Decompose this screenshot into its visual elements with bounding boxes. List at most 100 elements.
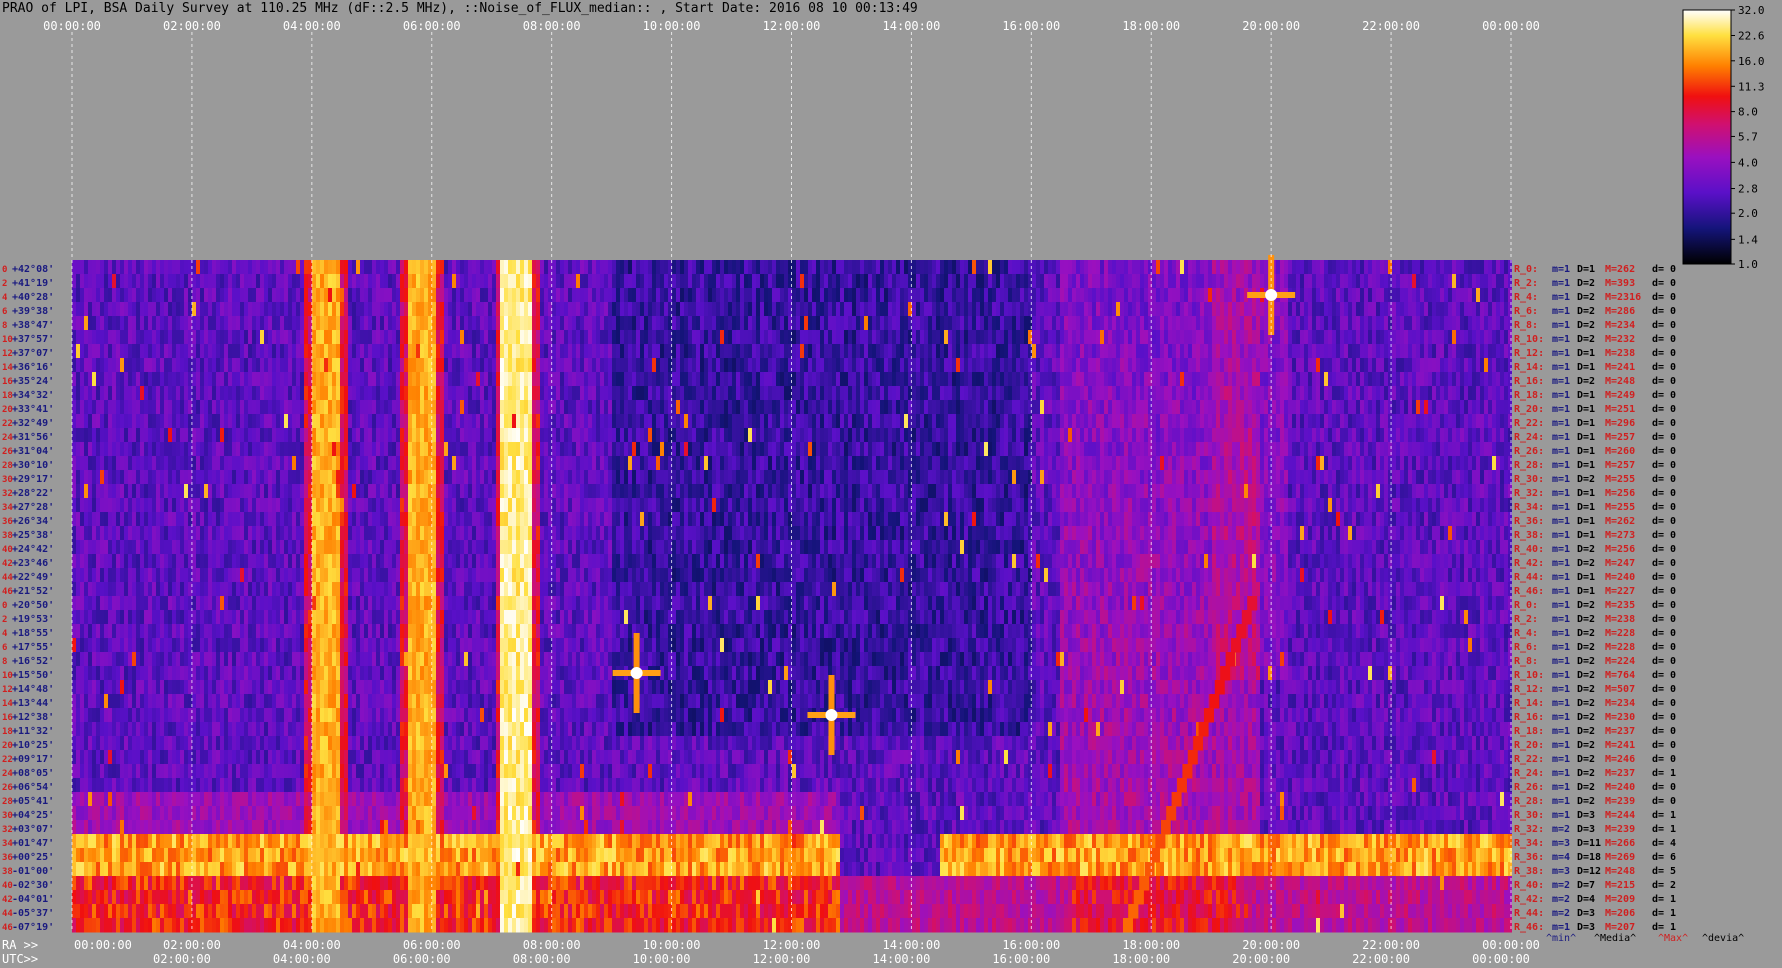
heatmap-cell (500, 330, 504, 345)
heatmap-cell (980, 260, 984, 275)
heatmap-cell (348, 316, 352, 331)
heatmap-cell (72, 400, 76, 415)
heatmap-cell (416, 302, 420, 317)
heatmap-cell (1112, 386, 1116, 401)
heatmap-cell (808, 330, 812, 345)
heatmap-cell (824, 260, 828, 275)
heatmap-cell (304, 288, 308, 303)
heatmap-cell (304, 358, 308, 373)
heatmap-cell (564, 344, 568, 359)
heatmap-cell (672, 442, 676, 457)
heatmap-cell (1080, 428, 1084, 443)
heatmap-cell (436, 386, 440, 401)
heatmap-cell (772, 330, 776, 345)
heatmap-cell (344, 344, 348, 359)
heatmap-cell (1124, 316, 1128, 331)
heatmap-cell (192, 400, 196, 415)
heatmap-cell (148, 442, 152, 457)
heatmap-cell (1116, 400, 1120, 415)
heatmap-cell (432, 428, 436, 443)
heatmap-cell (1224, 414, 1228, 429)
heatmap-cell (612, 260, 616, 275)
heatmap-cell (204, 400, 208, 415)
heatmap-cell (1212, 428, 1216, 443)
heatmap-cell (612, 414, 616, 429)
heatmap-cell (524, 330, 528, 345)
heatmap-cell (1424, 288, 1428, 303)
heatmap-cell (1300, 414, 1304, 429)
heatmap-cell (1212, 330, 1216, 345)
heatmap-cell (200, 428, 204, 443)
heatmap-cell (1188, 372, 1192, 387)
heatmap-cell (1200, 330, 1204, 345)
heatmap-cell (1116, 414, 1120, 429)
heatmap-cell (656, 260, 660, 275)
heatmap-cell (544, 386, 548, 401)
heatmap-cell (480, 442, 484, 457)
heatmap-cell (356, 330, 360, 345)
heatmap-cell (656, 414, 660, 429)
heatmap-cell (1368, 330, 1372, 345)
heatmap-cell (280, 302, 284, 317)
heatmap-cell (1120, 358, 1124, 373)
heatmap-cell (688, 386, 692, 401)
heatmap-cell (376, 274, 380, 289)
heatmap-cell (1144, 442, 1148, 457)
heatmap-cell (704, 372, 708, 387)
heatmap-cell (1152, 288, 1156, 303)
heatmap-cell (1200, 400, 1204, 415)
heatmap-cell (1504, 358, 1508, 373)
heatmap-cell (1376, 372, 1380, 387)
heatmap-cell (576, 372, 580, 387)
heatmap-cell (1468, 316, 1472, 331)
heatmap-cell (1476, 372, 1480, 387)
heatmap-cell (424, 260, 428, 275)
heatmap-cell (136, 316, 140, 331)
heatmap-cell (176, 442, 180, 457)
heatmap-cell (504, 428, 508, 443)
heatmap-cell (868, 414, 872, 429)
heatmap-cell (1496, 428, 1500, 443)
heatmap-cell (384, 260, 388, 275)
heatmap-cell (408, 344, 412, 359)
heatmap-cell (980, 330, 984, 345)
heatmap-cell (728, 288, 732, 303)
heatmap-cell (1024, 274, 1028, 289)
heatmap-cell (1332, 330, 1336, 345)
heatmap-cell (748, 400, 752, 415)
heatmap-cell (1060, 274, 1064, 289)
heatmap-cell (960, 414, 964, 429)
heatmap-cell (1412, 330, 1416, 345)
heatmap-cell (172, 358, 176, 373)
heatmap-cell (644, 344, 648, 359)
heatmap-cell (492, 386, 496, 401)
heatmap-cell (1000, 344, 1004, 359)
heatmap-cell (960, 442, 964, 457)
heatmap-cell (604, 428, 608, 443)
heatmap-cell (200, 372, 204, 387)
heatmap-cell (452, 414, 456, 429)
heatmap-cell (1196, 344, 1200, 359)
heatmap-cell (320, 414, 324, 429)
heatmap-cell (328, 414, 332, 429)
heatmap-cell (328, 302, 332, 317)
heatmap-cell (272, 428, 276, 443)
heatmap-cell (556, 428, 560, 443)
heatmap-cell (1432, 288, 1436, 303)
heatmap-cell (264, 400, 268, 415)
heatmap-cell (880, 288, 884, 303)
heatmap-cell (728, 358, 732, 373)
heatmap-cell (1496, 302, 1500, 317)
heatmap-cell (440, 414, 444, 429)
heatmap-cell (736, 260, 740, 275)
heatmap-cell (1472, 344, 1476, 359)
heatmap-cell (1480, 400, 1484, 415)
heatmap-cell (1296, 274, 1300, 289)
heatmap-cell (880, 260, 884, 275)
heatmap-cell (516, 330, 520, 345)
heatmap-cell (412, 302, 416, 317)
heatmap-cell (904, 344, 908, 359)
heatmap-cell (496, 386, 500, 401)
heatmap-cell (508, 302, 512, 317)
heatmap-cell (188, 400, 192, 415)
